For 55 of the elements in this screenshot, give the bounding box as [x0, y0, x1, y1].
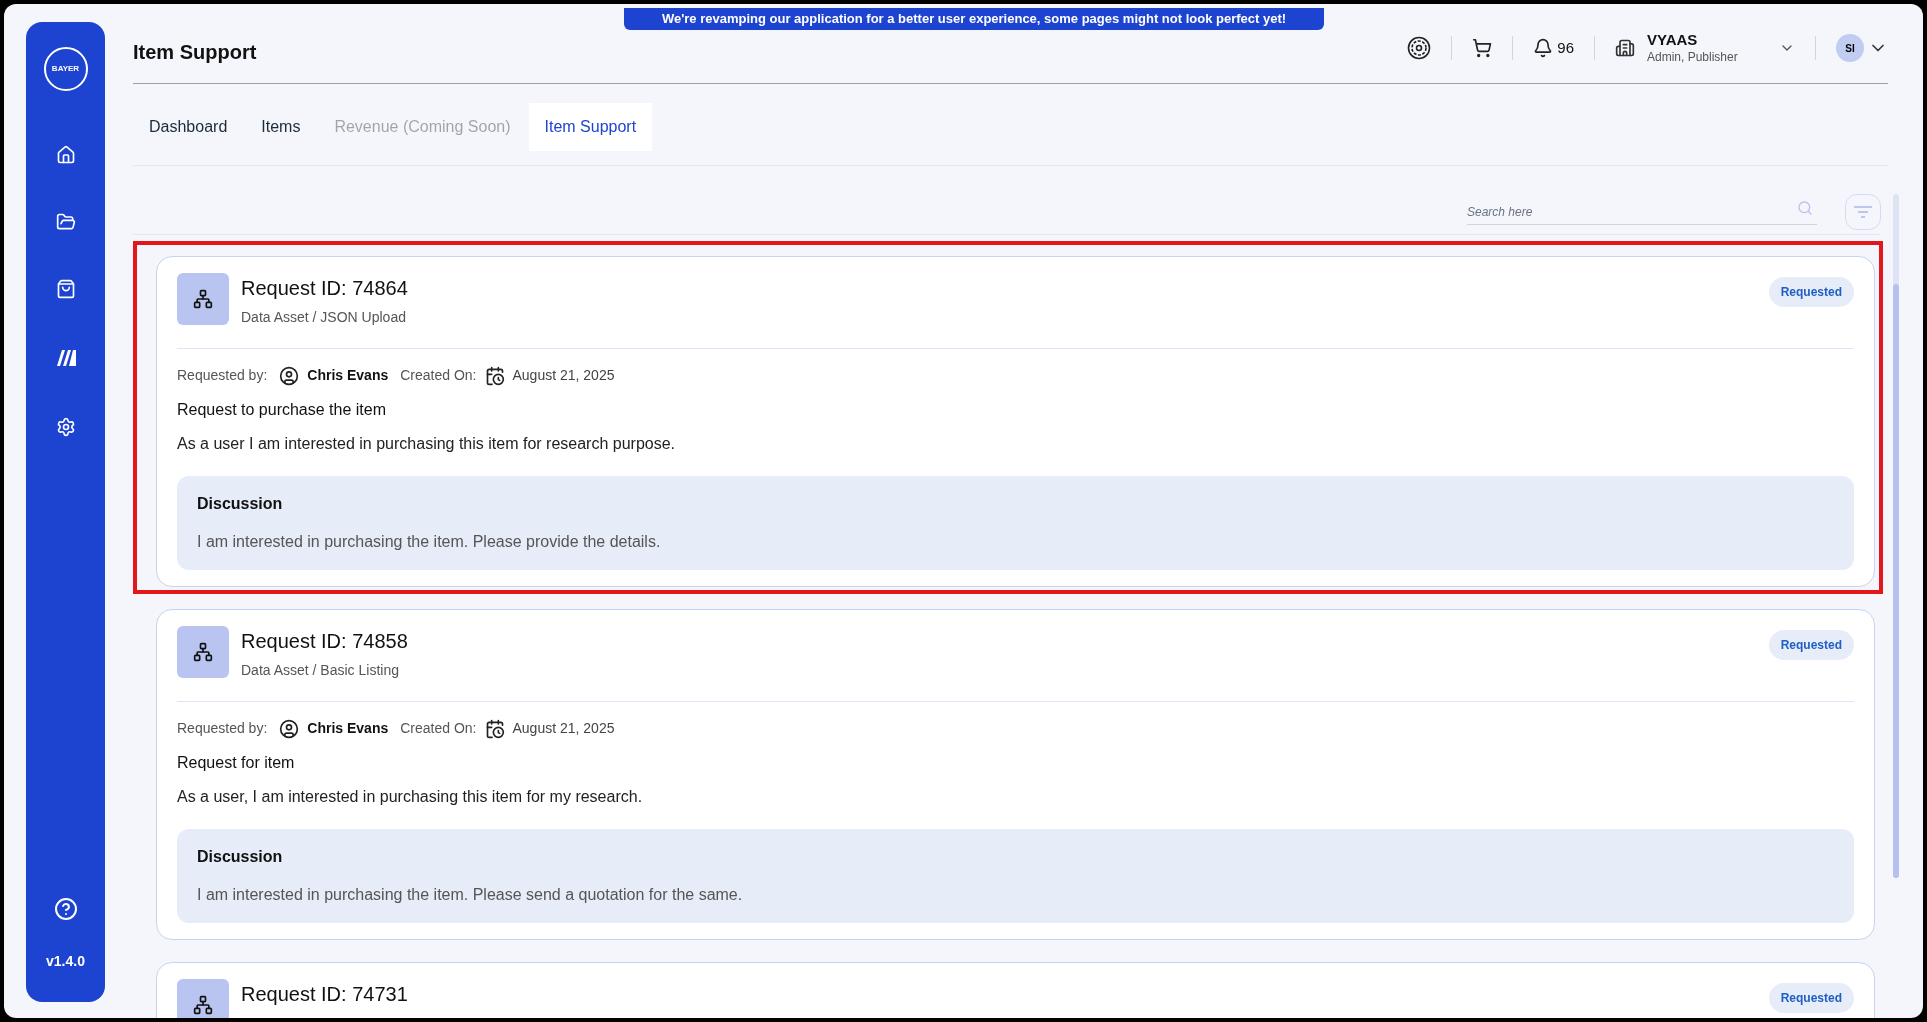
- cart-icon[interactable]: [1472, 38, 1493, 59]
- status-badge: Requested: [1768, 983, 1854, 1013]
- bag-icon[interactable]: [55, 279, 76, 299]
- status-badge: Requested: [1768, 630, 1854, 660]
- discussion-heading: Discussion: [197, 847, 284, 867]
- request-title: Request ID: 74864: [241, 276, 409, 301]
- discussion-heading: Discussion: [197, 494, 284, 514]
- user-icon: [279, 365, 300, 386]
- calendar-icon: [484, 718, 505, 739]
- notice-banner: We're revamping our application for a better user experience, some pages might not look perfect yet!: [624, 8, 1324, 30]
- home-icon[interactable]: [55, 145, 76, 165]
- folder-icon[interactable]: [55, 212, 76, 232]
- status-badge: Requested: [1768, 277, 1854, 307]
- notification-count: 96: [1557, 37, 1574, 58]
- tab[interactable]: Items: [245, 103, 317, 151]
- network-icon: [193, 995, 213, 1015]
- filter-icon: [1853, 204, 1873, 220]
- request-subject: Request for item: [177, 753, 296, 773]
- org-name: VYAAS: [1647, 31, 1699, 50]
- bell-icon[interactable]: [1533, 38, 1554, 59]
- requested-by-label: Requested by:: [177, 366, 268, 385]
- org-switcher[interactable]: VYAAS Admin, Publisher: [1615, 31, 1795, 65]
- gear-badge-icon[interactable]: [1407, 36, 1432, 61]
- building-icon: [1615, 38, 1635, 59]
- request-subject: Request to purchase the item: [177, 400, 387, 420]
- request-title: Request ID: 74731: [241, 982, 409, 1007]
- discussion-text: I am interested in purchasing the item. Please send a quotation for the same.: [197, 885, 744, 905]
- search-icon: [1797, 200, 1813, 216]
- tab[interactable]: Dashboard: [133, 103, 244, 151]
- network-icon: [193, 289, 213, 309]
- org-roles: Admin, Publisher: [1647, 50, 1739, 65]
- request-category: Data Asset / JSON Upload: [241, 308, 407, 327]
- calendar-icon: [484, 365, 505, 386]
- logo: BAYER: [43, 47, 88, 91]
- created-on-label: Created On:: [400, 719, 477, 738]
- request-description: As a user I am interested in purchasing this item for research purpose.: [177, 434, 676, 454]
- tab[interactable]: Item Support: [528, 103, 653, 151]
- created-on-label: Created On:: [400, 366, 477, 385]
- created-date: August 21, 2025: [512, 719, 615, 738]
- requester-name: Chris Evans: [307, 366, 389, 385]
- help-icon[interactable]: [53, 897, 78, 921]
- requester-name: Chris Evans: [307, 719, 389, 738]
- request-category: Data Asset / Basic Listing: [241, 661, 400, 680]
- user-icon: [279, 718, 300, 739]
- request-description: As a user, I am interested in purchasing this item for my research.: [177, 787, 644, 807]
- page-title: Item Support: [133, 40, 258, 65]
- avatar[interactable]: SI: [1836, 34, 1864, 63]
- network-icon: [193, 642, 213, 662]
- version-label: v1.4.0: [46, 952, 85, 971]
- request-title: Request ID: 74858: [241, 629, 409, 654]
- requested-by-label: Requested by:: [177, 719, 268, 738]
- discussion-text: I am interested in purchasing the item. Please provide the details.: [197, 532, 662, 552]
- settings-icon[interactable]: [55, 417, 76, 437]
- search-field[interactable]: Search here: [1467, 203, 1817, 225]
- created-date: August 21, 2025: [512, 366, 615, 385]
